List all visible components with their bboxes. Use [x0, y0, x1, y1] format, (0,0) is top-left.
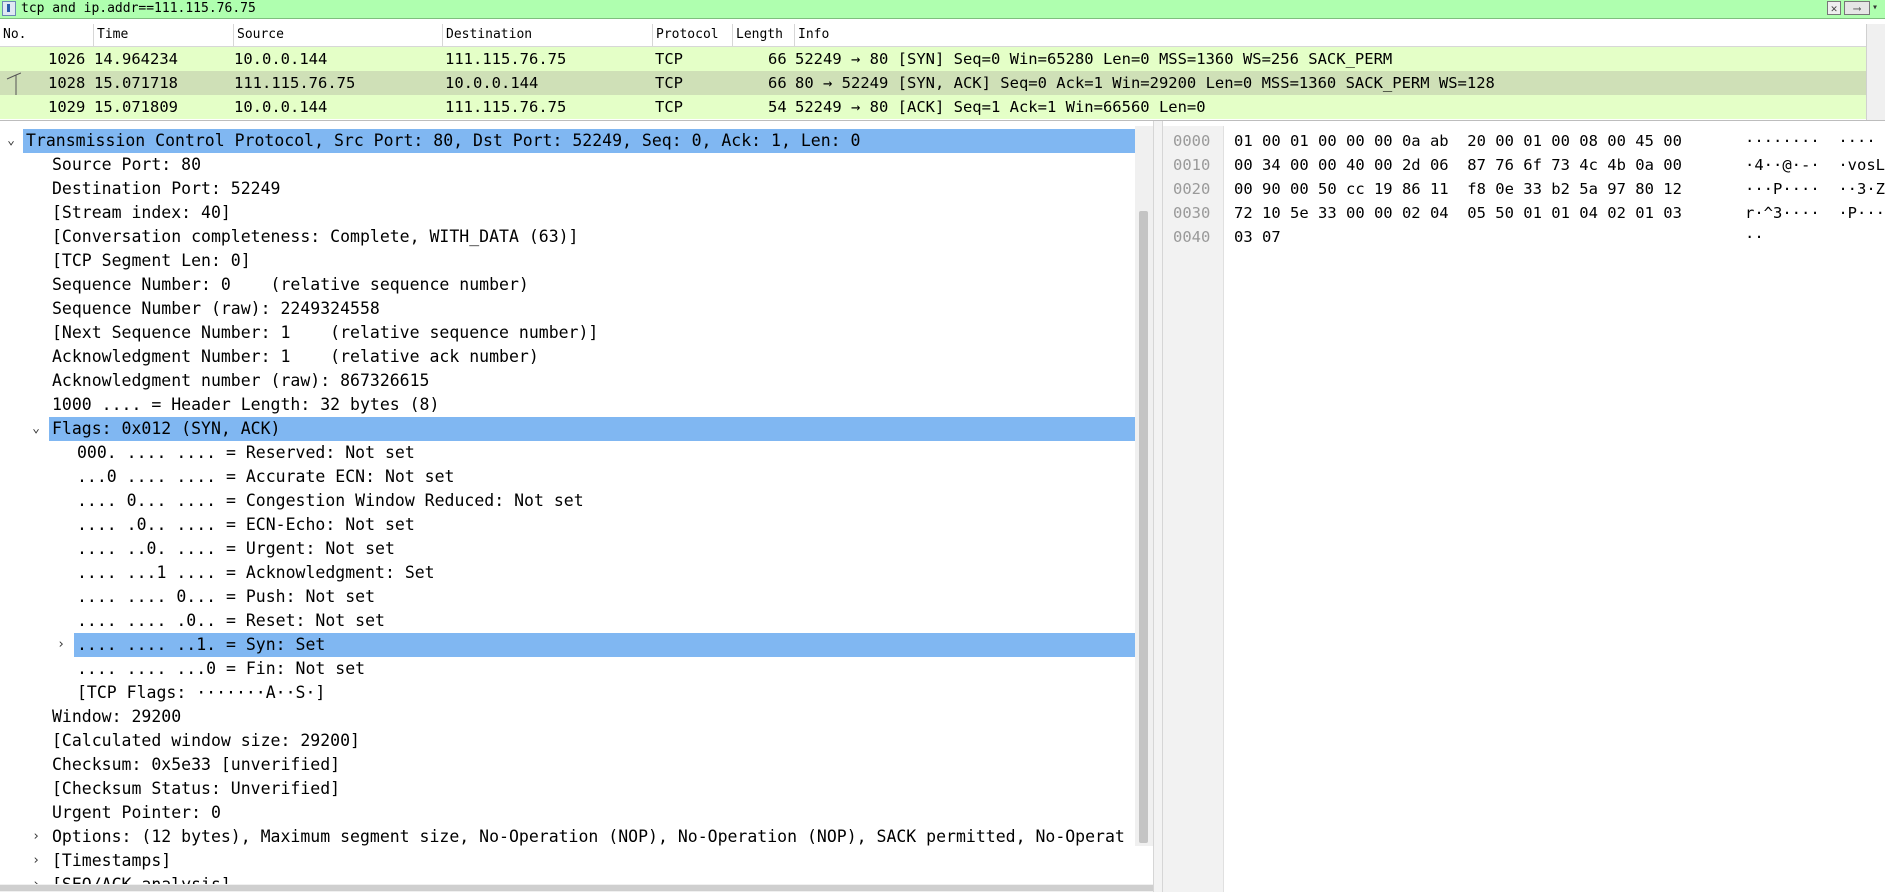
byte-offset: 0010 [1173, 156, 1211, 174]
tree-item[interactable]: Acknowledgment number (raw): 867326615 [52, 369, 430, 393]
tree-item[interactable]: Destination Port: 52249 [52, 177, 280, 201]
byte-ascii[interactable]: ·4··@·-· ·vosLK·· [1745, 153, 1885, 177]
pane-splitter[interactable] [1153, 121, 1163, 892]
tree-item[interactable]: [Conversation completeness: Complete, WI… [52, 225, 579, 249]
packet-length: 66 [768, 50, 787, 68]
packet-destination: 111.115.76.75 [445, 50, 567, 68]
packet-list-header: No. Time Source Destination Protocol Len… [0, 24, 1866, 47]
byte-hex[interactable]: 72 10 5e 33 00 00 02 04 05 50 01 01 04 0… [1234, 201, 1682, 225]
packet-time: 15.071718 [94, 74, 178, 92]
tree-item-flag[interactable]: .... ...1 .... = Acknowledgment: Set [77, 561, 435, 585]
packet-list-scrollbar[interactable] [1866, 24, 1885, 120]
display-filter-bar: tcp and ip.addr==111.115.76.75 ✕ ⟶ ▾ [0, 0, 1885, 19]
packet-destination: 111.115.76.75 [445, 98, 567, 116]
byte-offset: 0040 [1173, 228, 1211, 246]
packet-source: 111.115.76.75 [234, 74, 356, 92]
packet-source: 10.0.0.144 [234, 98, 328, 116]
bookmark-icon[interactable] [2, 1, 16, 16]
tree-item-flag[interactable]: .... .... 0... = Push: Not set [77, 585, 375, 609]
packet-protocol: TCP [655, 74, 683, 92]
tree-item-syn-flag[interactable]: .... .... ..1. = Syn: Set [74, 633, 1136, 657]
packet-length: 54 [768, 98, 787, 116]
packet-destination: 10.0.0.144 [445, 74, 539, 92]
packet-row[interactable]: 1029 15.071809 10.0.0.144 111.115.76.75 … [0, 95, 1866, 119]
packet-list: No. Time Source Destination Protocol Len… [0, 20, 1885, 121]
packet-time: 15.071809 [94, 98, 178, 116]
details-horizontal-scrollbar[interactable] [0, 884, 1160, 892]
tree-item-flag[interactable]: .... .... .0.. = Reset: Not set [77, 609, 385, 633]
byte-hex[interactable]: 00 90 00 50 cc 19 86 11 f8 0e 33 b2 5a 9… [1234, 177, 1682, 201]
tree-item[interactable]: Acknowledgment Number: 1 (relative ack n… [52, 345, 539, 369]
tree-item-timestamps[interactable]: [Timestamps] [52, 849, 171, 873]
column-header-protocol[interactable]: Protocol [653, 24, 733, 46]
tree-item-flag[interactable]: .... .... ...0 = Fin: Not set [77, 657, 365, 681]
tree-item[interactable]: Checksum: 0x5e33 [unverified] [52, 753, 340, 777]
chevron-down-icon[interactable]: ⌄ [29, 417, 43, 441]
packet-source: 10.0.0.144 [234, 50, 328, 68]
display-filter-input[interactable]: tcp and ip.addr==111.115.76.75 [21, 1, 256, 17]
tree-item-flag[interactable]: [TCP Flags: ·······A··S·] [77, 681, 325, 705]
column-header-length[interactable]: Length [733, 24, 795, 46]
tree-item[interactable]: Sequence Number (raw): 2249324558 [52, 297, 380, 321]
details-scrollbar[interactable] [1135, 126, 1153, 846]
tree-item[interactable]: Source Port: 80 [52, 153, 201, 177]
byte-hex[interactable]: 03 07 [1234, 225, 1281, 249]
column-header-no[interactable]: No. [0, 24, 94, 46]
tree-item[interactable]: [Checksum Status: Unverified] [52, 777, 340, 801]
packet-no: 1026 [48, 50, 86, 68]
tree-item[interactable]: [TCP Segment Len: 0] [52, 249, 251, 273]
tree-item[interactable]: [Stream index: 40] [52, 201, 231, 225]
tree-item-flag[interactable]: 000. .... .... = Reserved: Not set [77, 441, 415, 465]
packet-protocol: TCP [655, 98, 683, 116]
tree-item-flag[interactable]: ...0 .... .... = Accurate ECN: Not set [77, 465, 455, 489]
packet-info: 80 → 52249 [SYN, ACK] Seq=0 Ack=1 Win=29… [795, 74, 1495, 92]
byte-ascii[interactable]: ·· [1745, 225, 1764, 249]
chevron-right-icon[interactable]: › [29, 849, 43, 873]
column-header-source[interactable]: Source [234, 24, 443, 46]
packet-bytes-pane: 0000 01 00 01 00 00 00 0a ab 20 00 01 00… [1163, 126, 1885, 892]
tree-item[interactable]: Sequence Number: 0 (relative sequence nu… [52, 273, 529, 297]
packet-row-selected[interactable]: 1028 15.071718 111.115.76.75 10.0.0.144 … [0, 71, 1866, 95]
byte-ascii[interactable]: r·^3···· ·P······ [1745, 201, 1885, 225]
chevron-right-icon[interactable]: › [29, 825, 43, 849]
packet-time: 14.964234 [94, 50, 178, 68]
tree-item[interactable]: 1000 .... = Header Length: 32 bytes (8) [52, 393, 439, 417]
tree-item[interactable]: Window: 29200 [52, 705, 181, 729]
tree-item-flag[interactable]: .... ..0. .... = Urgent: Not set [77, 537, 395, 561]
tree-item-options[interactable]: Options: (12 bytes), Maximum segment siz… [52, 825, 1133, 849]
packet-no: 1028 [48, 74, 86, 92]
column-header-info[interactable]: Info [795, 24, 1866, 46]
packet-protocol: TCP [655, 50, 683, 68]
tree-item-flags[interactable]: Flags: 0x012 (SYN, ACK) [49, 417, 1136, 441]
column-header-time[interactable]: Time [94, 24, 234, 46]
column-header-destination[interactable]: Destination [443, 24, 653, 46]
byte-hex[interactable]: 00 34 00 00 40 00 2d 06 87 76 6f 73 4c 4… [1234, 153, 1682, 177]
tree-item[interactable]: [Next Sequence Number: 1 (relative seque… [52, 321, 598, 345]
packet-length: 66 [768, 74, 787, 92]
byte-hex[interactable]: 01 00 01 00 00 00 0a ab 20 00 01 00 08 0… [1234, 129, 1682, 153]
chevron-down-icon[interactable]: ▾ [1872, 2, 1878, 13]
clear-filter-icon[interactable]: ✕ [1827, 1, 1841, 15]
packet-info: 52249 → 80 [ACK] Seq=1 Ack=1 Win=66560 L… [795, 98, 1206, 116]
apply-filter-icon[interactable]: ⟶ [1844, 1, 1870, 15]
packet-row[interactable]: 1026 14.964234 10.0.0.144 111.115.76.75 … [0, 47, 1866, 71]
tree-item-tcp[interactable]: Transmission Control Protocol, Src Port:… [23, 129, 1136, 153]
byte-offset: 0030 [1173, 204, 1211, 222]
byte-offset: 0020 [1173, 180, 1211, 198]
tree-item-flag[interactable]: .... 0... .... = Congestion Window Reduc… [77, 489, 584, 513]
packet-no: 1029 [48, 98, 86, 116]
tree-item-flag[interactable]: .... .0.. .... = ECN-Echo: Not set [77, 513, 415, 537]
chevron-right-icon[interactable]: › [54, 633, 68, 657]
tree-item[interactable]: [Calculated window size: 29200] [52, 729, 360, 753]
packet-info: 52249 → 80 [SYN] Seq=0 Win=65280 Len=0 M… [795, 50, 1393, 68]
byte-offset: 0000 [1173, 132, 1211, 150]
byte-ascii[interactable]: ········ ···· E· [1745, 129, 1885, 153]
packet-details-tree: Transmission Control Protocol, Src Port:… [0, 126, 1153, 892]
scrollbar-thumb[interactable] [0, 885, 1160, 891]
tree-item[interactable]: Urgent Pointer: 0 [52, 801, 221, 825]
chevron-down-icon[interactable]: ⌄ [4, 129, 18, 153]
related-packet-icon [6, 72, 21, 95]
scrollbar-thumb[interactable] [1139, 211, 1148, 843]
byte-ascii[interactable]: ···P···· ··3·Z··· [1745, 177, 1885, 201]
